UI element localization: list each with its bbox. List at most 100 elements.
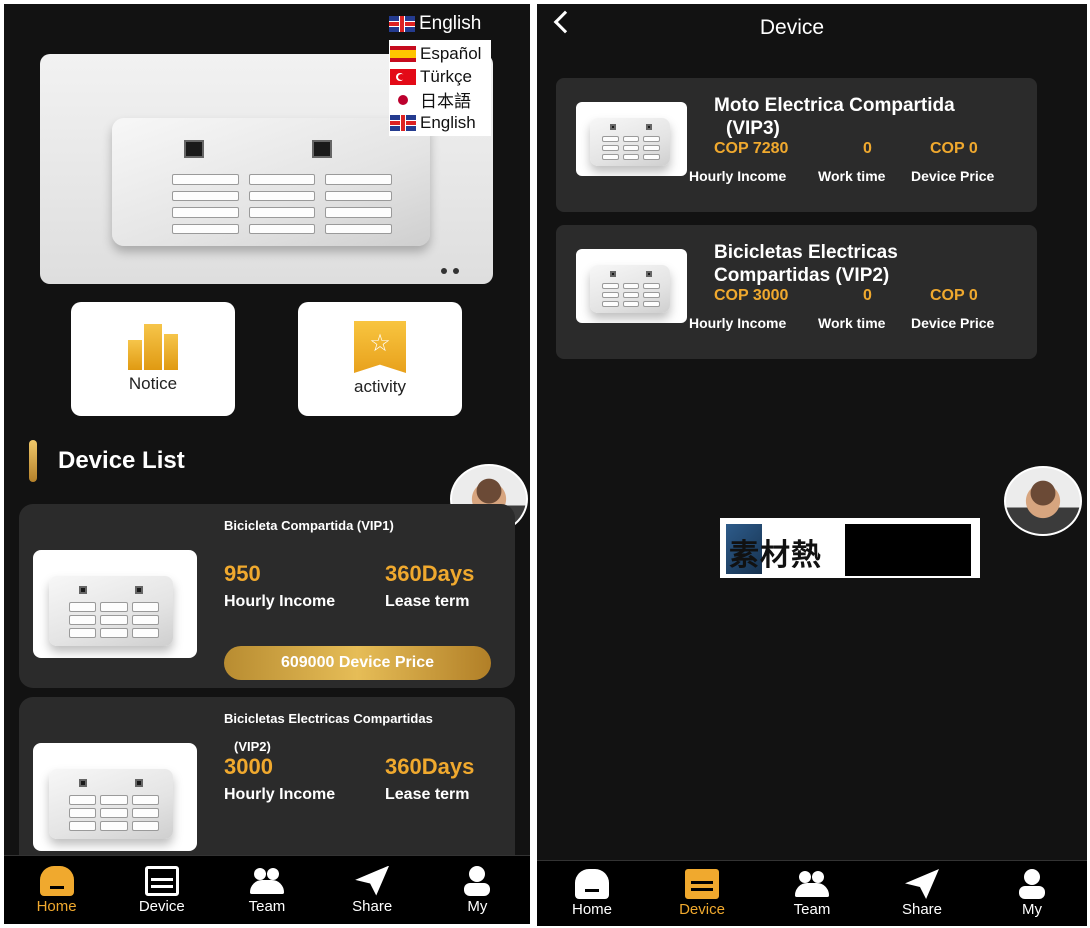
device-card[interactable]: Moto Electrica Compartida (VIP3) COP 728… [556,78,1037,212]
hourly-income-value: COP 7280 [714,140,789,157]
language-option-label: 日本語 [420,92,471,111]
hourly-income-label: Hourly Income [689,168,787,184]
tab-label: Device [138,897,185,915]
home-icon [575,869,609,899]
device-thumbnail [576,102,687,176]
user-icon [460,865,494,896]
language-option-label: Español [420,43,482,63]
tab-home[interactable]: Home [12,865,102,915]
tab-label: My [467,897,488,915]
uk-flag-icon [389,16,415,32]
user-icon [1015,869,1049,899]
tab-label: Home [36,897,77,915]
carousel-dot[interactable] [441,268,447,274]
watermark-text: 素材熱 [729,539,822,572]
device-name-line: Bicicletas Electricas [714,242,898,263]
tab-label: Share [901,901,943,918]
tab-label: Home [571,901,612,918]
carousel-indicator [441,268,459,274]
device-tier: Compartidas (VIP2) [714,265,890,286]
page-title: Device [759,16,825,39]
current-language-label: English [419,13,482,34]
device-card[interactable]: Bicicletas Electricas Compartidas (VIP2)… [556,225,1037,359]
tab-label: Share [352,897,393,915]
tab-label: Team [248,897,286,915]
work-time-label: Work time [818,315,886,331]
device-screen: Device Moto Electrica Compartida (VIP3) … [537,4,1087,926]
device-tier: (VIP3) [726,118,780,139]
language-option-es[interactable]: Español [389,42,491,65]
device-thumbnail [33,550,197,658]
device-name: Bicicletas Electricas Compartidas [224,711,433,726]
language-option-en[interactable]: English [389,111,491,134]
home-icon [39,865,74,896]
device-name: Bicicletas Electricas Compartidas (VIP2) [714,241,1024,287]
tab-team[interactable]: Team [767,869,857,918]
section-title: Device List [58,447,185,474]
tab-device[interactable]: Device [657,869,747,918]
tab-label: My [1022,901,1042,918]
notice-label: Notice [128,374,178,393]
lease-term-label: Lease term [385,593,470,610]
hourly-income-value: 3000 [224,754,273,779]
jp-flag-icon [390,91,416,108]
notice-tile[interactable]: Notice [71,302,235,416]
share-icon [355,865,390,896]
device-name: Moto Electrica Compartida (VIP3) [714,94,1024,140]
uk-flag-icon [390,114,416,131]
device-price-value: COP 0 [930,140,978,157]
bottom-nav: Home Device Team Share My [537,860,1087,926]
device-icon [685,869,719,899]
watermark-redaction [845,524,971,576]
tab-share[interactable]: Share [327,865,417,915]
device-name-line: Moto Electrica Compartida [714,95,955,116]
team-icon [795,869,829,899]
lease-term-value: 360Days [385,561,475,586]
bottom-nav: Home Device Team Share My [4,855,530,924]
work-time-value: 0 [863,287,872,304]
tab-home[interactable]: Home [547,869,637,918]
device-price-value: COP 0 [930,287,978,304]
hourly-income-value: 950 [224,561,261,586]
device-name: Bicicleta Compartida (VIP1) [224,518,394,533]
lease-term-label: Lease term [385,786,470,803]
work-time-value: 0 [863,140,872,157]
device-thumbnail [576,249,687,323]
activity-label: activity [354,377,406,396]
customer-service-avatar[interactable] [1004,466,1082,536]
device-price-label: Device Price [911,168,995,184]
tr-flag-icon [390,68,416,85]
activity-tile[interactable]: ☆ activity [298,302,462,416]
language-option-label: Türkçe [420,66,472,86]
language-option-label: English [420,112,476,132]
star-badge-icon: ☆ [354,321,406,373]
hourly-income-label: Hourly Income [689,315,787,331]
device-thumbnail [33,743,197,851]
hourly-income-label: Hourly Income [224,593,336,610]
section-accent [29,440,37,482]
tab-device[interactable]: Device [117,865,207,915]
device-card[interactable]: Bicicleta Compartida (VIP1) 950 360Days … [19,504,515,688]
tab-my[interactable]: My [432,865,522,915]
hourly-income-label: Hourly Income [224,786,336,803]
carousel-dot[interactable] [453,268,459,274]
share-icon [905,869,939,899]
building-icon [126,324,180,370]
work-time-label: Work time [818,168,886,184]
home-screen: English Español Türkçe 日本語 English Notic… [4,4,530,924]
device-price-button[interactable]: 609000 Device Price [224,646,491,680]
tab-label: Team [793,901,831,918]
device-price-label: Device Price [911,315,995,331]
tab-my[interactable]: My [987,869,1077,918]
language-option-tr[interactable]: Türkçe [389,65,491,88]
charging-station-image [112,118,430,246]
hourly-income-value: COP 3000 [714,287,789,304]
tab-share[interactable]: Share [877,869,967,918]
language-option-jp[interactable]: 日本語 [389,88,491,111]
team-icon [249,866,284,896]
device-icon [144,865,179,896]
lease-term-value: 360Days [385,754,475,779]
tab-team[interactable]: Team [222,866,312,915]
es-flag-icon [390,45,416,62]
language-selector[interactable]: English [389,13,481,35]
